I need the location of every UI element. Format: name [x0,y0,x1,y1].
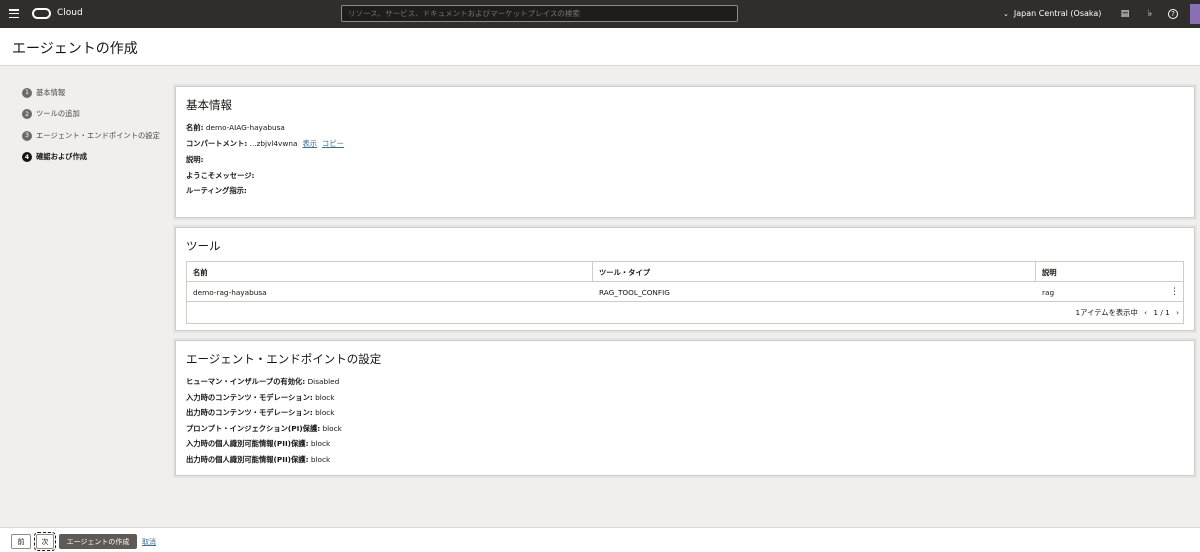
cloud-shell-icon[interactable]: ▤ [1119,8,1131,20]
input-pii-label: 入力時の個人識別可能情報(PII)保護: [186,439,309,448]
step-review-create[interactable]: 4 確認および作成 [22,147,160,169]
basic-info-panel: 基本情報 名前: demo-AIAG-hayabusa コンパートメント: ..… [175,86,1195,218]
step-label: 基本情報 [36,87,66,97]
input-moderation-value: block [315,393,335,402]
step-label: エージェント・エンドポイントの設定 [36,130,160,140]
output-pii-value: block [310,455,331,464]
step-number: 3 [22,130,32,141]
oracle-logo-icon[interactable] [32,8,51,19]
search-input[interactable] [341,5,738,22]
menu-icon[interactable] [9,9,19,19]
tools-panel: ツール 名前 ツール・タイプ 説明 demo-rag-hayabusa RAG_… [175,227,1195,331]
name-value: demo-AIAG-hayabusa [205,123,285,132]
pager-status: 1アイテムを表示中 [1075,308,1138,317]
create-agent-button[interactable]: エージェントの作成 [59,534,137,549]
output-moderation-label: 出力時のコンテンツ・モデレーション: [186,408,313,417]
welcome-message-label: ようこそメッセージ: [186,171,255,180]
hitl-value: Disabled [307,377,340,386]
name-row: 名前: demo-AIAG-hayabusa [186,123,285,133]
hitl-label: ヒューマン・インザループの有効化: [186,377,306,386]
compartment-value: ...zbjvl4vwna [249,139,298,148]
tool-description-cell: rag [1042,288,1055,297]
compartment-row: コンパートメント: ...zbjvl4vwna 表示 コピー [186,139,344,149]
step-endpoint-settings[interactable]: 3 エージェント・エンドポイントの設定 [22,125,160,147]
page-title: エージェントの作成 [12,41,138,57]
step-number: 2 [22,109,32,120]
row-actions-kebab-icon[interactable]: ⋮ [1170,287,1179,297]
endpoint-settings-title: エージェント・エンドポイントの設定 [186,352,382,366]
chevron-left-icon[interactable]: ‹ [1144,308,1147,317]
help-icon[interactable]: ? [1168,9,1178,19]
tools-table: 名前 ツール・タイプ 説明 demo-rag-hayabusa RAG_TOOL… [186,261,1184,324]
page-header: エージェントの作成 [0,28,1200,66]
step-number: 1 [22,87,32,98]
chevron-down-icon: ⌄ [1003,10,1009,18]
basic-info-title: 基本情報 [186,98,232,112]
previous-button[interactable]: 前 [11,534,31,549]
column-header-description[interactable]: 説明 [1036,262,1183,281]
copy-link[interactable]: コピー [322,139,344,148]
input-moderation-row: 入力時のコンテンツ・モデレーション: block [186,393,335,403]
output-moderation-row: 出力時のコンテンツ・モデレーション: block [186,408,335,418]
wizard-steps: 1 基本情報 2 ツールの追加 3 エージェント・エンドポイントの設定 4 確認および作… [22,82,160,168]
step-basic-info[interactable]: 1 基本情報 [22,82,160,104]
page-indicator: 1 / 1 [1153,308,1170,317]
region-label: Japan Central (Osaka) [1013,9,1102,18]
tools-title: ツール [186,239,221,253]
prompt-injection-label: プロンプト・インジェクション(PI)保護: [186,424,321,433]
routing-instructions-row: ルーティング指示: [186,186,247,196]
tool-name-cell: demo-rag-hayabusa [193,288,267,297]
input-moderation-label: 入力時のコンテンツ・モデレーション: [186,393,313,402]
table-header-row: 名前 ツール・タイプ 説明 [187,262,1183,282]
bell-icon[interactable]: ♭ [1144,8,1156,20]
input-pii-value: block [310,439,331,448]
endpoint-settings-panel: エージェント・エンドポイントの設定 ヒューマン・インザループの有効化: Disa… [175,340,1195,476]
step-label: ツールの追加 [36,109,80,119]
next-button[interactable]: 次 [34,532,56,551]
output-moderation-value: block [315,408,335,417]
cancel-link[interactable]: 取消 [142,537,156,547]
table-row[interactable]: demo-rag-hayabusa RAG_TOOL_CONFIG rag ⋮ [187,282,1183,302]
step-label: 確認および作成 [36,152,88,162]
region-selector[interactable]: ⌄ Japan Central (Osaka) [1003,9,1101,18]
chevron-right-icon[interactable]: › [1176,308,1179,317]
welcome-message-row: ようこそメッセージ: [186,171,254,181]
description-row: 説明: [186,155,204,165]
output-pii-label: 出力時の個人識別可能情報(PII)保護: [186,455,309,464]
input-pii-row: 入力時の個人識別可能情報(PII)保護: block [186,439,330,449]
output-pii-row: 出力時の個人識別可能情報(PII)保護: block [186,455,330,465]
step-number: 4 [22,152,32,163]
table-pager: 1アイテムを表示中 ‹ 1 / 1 › [1071,308,1179,318]
hitl-row: ヒューマン・インザループの有効化: Disabled [186,377,339,387]
top-navigation-bar: Cloud ⌄ Japan Central (Osaka) ▤ ♭ ? [0,0,1200,28]
avatar[interactable] [1190,4,1200,24]
brand-label[interactable]: Cloud [57,8,83,18]
show-link[interactable]: 表示 [302,139,317,148]
column-header-tool-type[interactable]: ツール・タイプ [593,262,1036,281]
tool-type-cell: RAG_TOOL_CONFIG [599,288,670,297]
step-add-tools[interactable]: 2 ツールの追加 [22,104,160,126]
description-label: 説明: [186,155,204,164]
routing-instructions-label: ルーティング指示: [186,186,247,195]
column-header-name[interactable]: 名前 [187,262,593,281]
name-label: 名前: [186,123,204,132]
prompt-injection-value: block [322,424,342,433]
compartment-label: コンパートメント: [186,139,248,148]
footer-bar: 前 次 エージェントの作成 取消 [0,527,1200,552]
prompt-injection-row: プロンプト・インジェクション(PI)保護: block [186,424,342,434]
